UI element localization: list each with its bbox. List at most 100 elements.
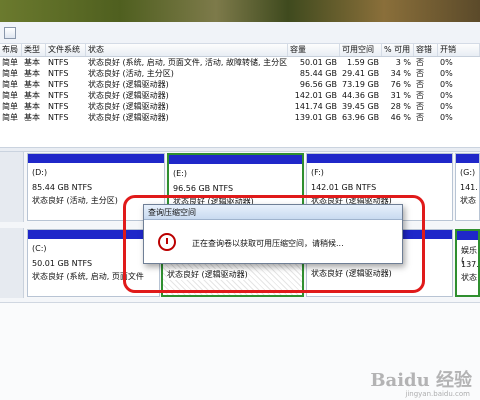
partition-name: (F:) [311, 168, 324, 177]
desktop-wallpaper-strip [0, 0, 480, 22]
cell-status: 状态良好 (活动, 主分区) [88, 69, 174, 78]
cell-pct: 46 % [390, 113, 411, 122]
table-row[interactable]: 简单 基本 NTFS 状态良好 (逻辑驱动器) 141.74 GB 39.45 GB 28 … [0, 101, 480, 112]
empty-area: Baidu 经验 jingyan.baidu.com [0, 302, 480, 400]
cell-fault: 否 [416, 69, 424, 78]
cell-free: 1.59 GB [346, 58, 379, 67]
cell-layout: 简单 [2, 58, 18, 67]
col-free[interactable]: 可用空间 [340, 44, 382, 56]
volume-list: 布局 类型 文件系统 状态 容量 可用空间 % 可用 容错 开销 简单 基本 NTF… [0, 44, 480, 123]
cell-pct: 3 % [395, 58, 411, 67]
table-row[interactable]: 简单 基本 NTFS 状态良好 (活动, 主分区) 85.44 GB 29.41 GB 34… [0, 68, 480, 79]
partition-size: 142.01 GB NTFS [311, 183, 377, 192]
partition-status: 状态 [461, 273, 477, 282]
partition-bar [456, 154, 479, 163]
partition-name: (G:) [460, 168, 476, 177]
cell-status: 状态良好 (逻辑驱动器) [88, 113, 169, 122]
cell-pct: 28 % [390, 102, 411, 111]
toolbar [0, 22, 480, 44]
cell-type: 基本 [24, 69, 40, 78]
cell-capacity: 142.01 GB [294, 91, 337, 100]
cell-fs: NTFS [48, 69, 69, 78]
col-fs[interactable]: 文件系统 [46, 44, 86, 56]
cell-free: 39.45 GB [342, 102, 380, 111]
watermark-brand: Baidu 经验 [370, 370, 472, 391]
watermark-url: jingyan.baidu.com [405, 390, 470, 398]
cell-free: 44.36 GB [342, 91, 380, 100]
cell-fault: 否 [416, 113, 424, 122]
cell-fs: NTFS [48, 113, 69, 122]
cell-layout: 简单 [2, 102, 18, 111]
cell-capacity: 141.74 GB [294, 102, 337, 111]
cell-layout: 简单 [2, 91, 18, 100]
cell-layout: 简单 [2, 80, 18, 89]
col-status[interactable]: 状态 [86, 44, 288, 56]
partition-status: 状态 [460, 196, 476, 205]
cell-pct: 76 % [390, 80, 411, 89]
cell-type: 基本 [24, 113, 40, 122]
table-row[interactable]: 简单 基本 NTFS 状态良好 (逻辑驱动器) 96.56 GB 73.19 GB 76 %… [0, 79, 480, 90]
table-row[interactable]: 简单 基本 NTFS 状态良好 (系统, 启动, 页面文件, 活动, 故障转储, 主分… [0, 57, 480, 68]
col-overhead[interactable]: 开销 [438, 44, 480, 56]
col-layout[interactable]: 布局 [0, 44, 22, 56]
cell-status: 状态良好 (系统, 启动, 页面文件, 活动, 故障转储, 主分区) [88, 58, 288, 67]
partition-status: 状态良好 (活动, 主分区) [32, 196, 118, 205]
partition-size: 141. [460, 183, 478, 192]
cell-status: 状态良好 (逻辑驱动器) [88, 91, 169, 100]
disk-0-label[interactable] [0, 152, 24, 222]
cell-layout: 简单 [2, 69, 18, 78]
col-capacity[interactable]: 容量 [288, 44, 340, 56]
cell-status: 状态良好 (逻辑驱动器) [88, 102, 169, 111]
cell-capacity: 96.56 GB [299, 80, 337, 89]
partition-bar [457, 231, 478, 240]
cell-capacity: 139.01 GB [294, 113, 337, 122]
cell-overhead: 0% [440, 69, 453, 78]
cell-fs: NTFS [48, 80, 69, 89]
partition-size: 85.44 GB NTFS [32, 183, 93, 192]
cell-capacity: 85.44 GB [299, 69, 337, 78]
volume-list-header: 布局 类型 文件系统 状态 容量 可用空间 % 可用 容错 开销 [0, 44, 480, 57]
partition-bar [307, 154, 452, 163]
col-type[interactable]: 类型 [22, 44, 46, 56]
partition-size: 50.01 GB NTFS [32, 259, 93, 268]
cell-capacity: 50.01 GB [299, 58, 337, 67]
cell-free: 73.19 GB [342, 80, 380, 89]
cell-pct: 34 % [390, 69, 411, 78]
partition-name: (E:) [173, 169, 187, 178]
cell-pct: 31 % [390, 91, 411, 100]
partition-name: (C:) [32, 244, 47, 253]
cell-overhead: 0% [440, 58, 453, 67]
cell-fs: NTFS [48, 102, 69, 111]
partition-bar [28, 154, 164, 163]
cell-fault: 否 [416, 58, 424, 67]
table-row[interactable]: 简单 基本 NTFS 状态良好 (逻辑驱动器) 142.01 GB 44.36 GB 31 … [0, 90, 480, 101]
col-fault[interactable]: 容错 [414, 44, 438, 56]
cell-fault: 否 [416, 91, 424, 100]
cell-type: 基本 [24, 102, 40, 111]
cell-type: 基本 [24, 80, 40, 89]
cell-layout: 简单 [2, 113, 18, 122]
disk-1-label[interactable] [0, 228, 24, 298]
partition-g[interactable]: (G:) 141. 状态 [455, 153, 480, 221]
cell-overhead: 0% [440, 113, 453, 122]
partition-size: 137.7 [461, 260, 479, 269]
partition-h[interactable]: 娱乐 ( 137.7 状态 [455, 229, 480, 297]
cell-fs: NTFS [48, 91, 69, 100]
cell-free: 29.41 GB [342, 69, 380, 78]
partition-name: (D:) [32, 168, 48, 177]
cell-status: 状态良好 (逻辑驱动器) [88, 80, 169, 89]
cell-fault: 否 [416, 102, 424, 111]
cell-fault: 否 [416, 80, 424, 89]
partition-bar [169, 155, 302, 164]
highlight-callout [123, 195, 425, 293]
table-row[interactable]: 简单 基本 NTFS 状态良好 (逻辑驱动器) 139.01 GB 63.96 GB 46 … [0, 112, 480, 123]
cell-free: 63.96 GB [342, 113, 380, 122]
col-pct[interactable]: % 可用 [382, 44, 414, 56]
cell-fs: NTFS [48, 58, 69, 67]
cell-type: 基本 [24, 58, 40, 67]
cell-type: 基本 [24, 91, 40, 100]
cell-overhead: 0% [440, 80, 453, 89]
toolbar-icon[interactable] [4, 27, 16, 39]
cell-overhead: 0% [440, 102, 453, 111]
cell-overhead: 0% [440, 91, 453, 100]
